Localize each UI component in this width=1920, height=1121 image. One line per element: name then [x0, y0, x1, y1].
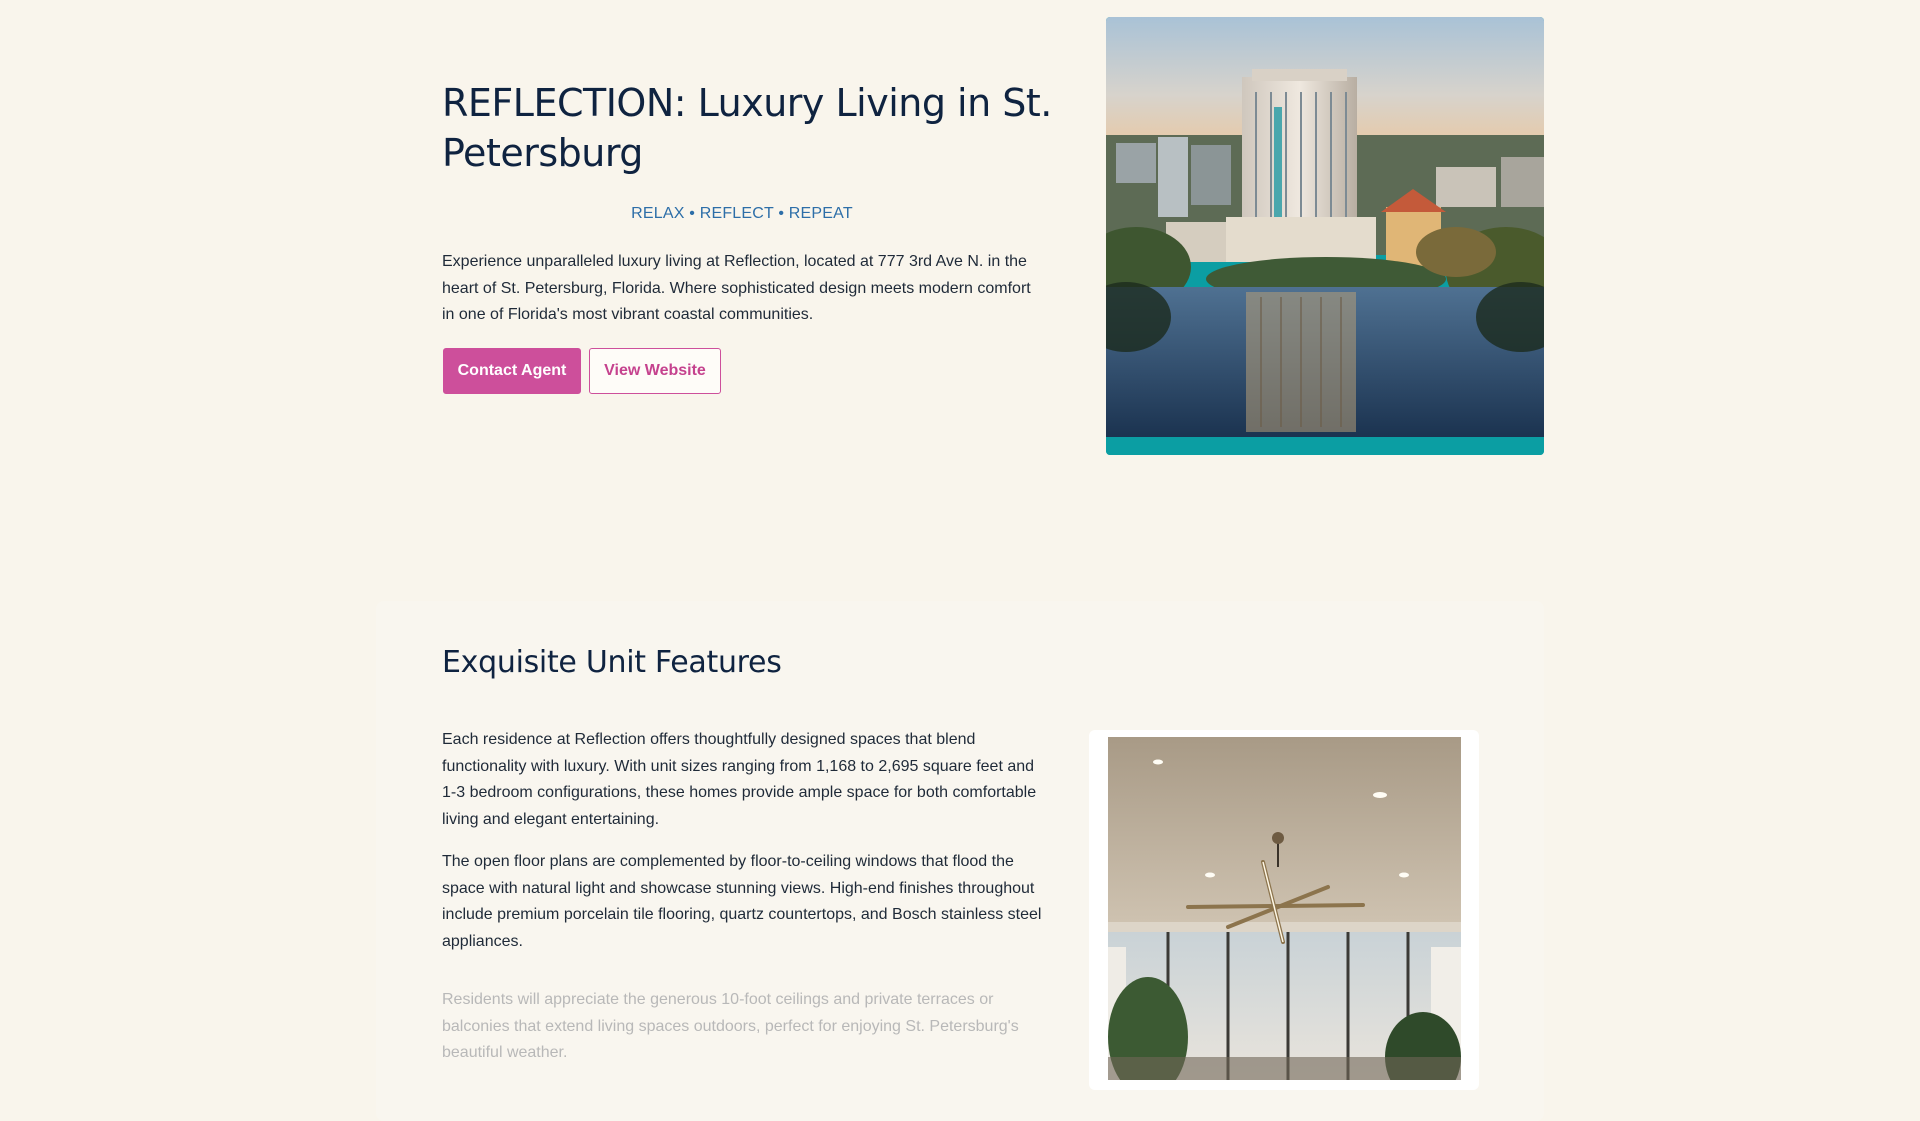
interior-photo — [1108, 737, 1461, 1080]
hero-description: Experience unparalleled luxury living at… — [442, 253, 1031, 323]
view-website-button[interactable]: View Website — [589, 348, 721, 394]
features-paragraph-faded: Residents will appreciate the generous 1… — [442, 991, 1019, 1061]
page-title: REFLECTION: Luxury Living in St. Petersb… — [442, 81, 1052, 175]
features-heading: Exquisite Unit Features — [442, 645, 782, 680]
tagline: RELAX • REFLECT • REPEAT — [631, 205, 853, 222]
features-paragraph: Each residence at Reflection offers thou… — [442, 731, 1037, 828]
building-photo — [1106, 17, 1544, 455]
features-paragraph: The open floor plans are complemented by… — [442, 853, 1042, 950]
contact-agent-button[interactable]: Contact Agent — [443, 348, 581, 394]
hero-section — [0, 0, 1920, 472]
